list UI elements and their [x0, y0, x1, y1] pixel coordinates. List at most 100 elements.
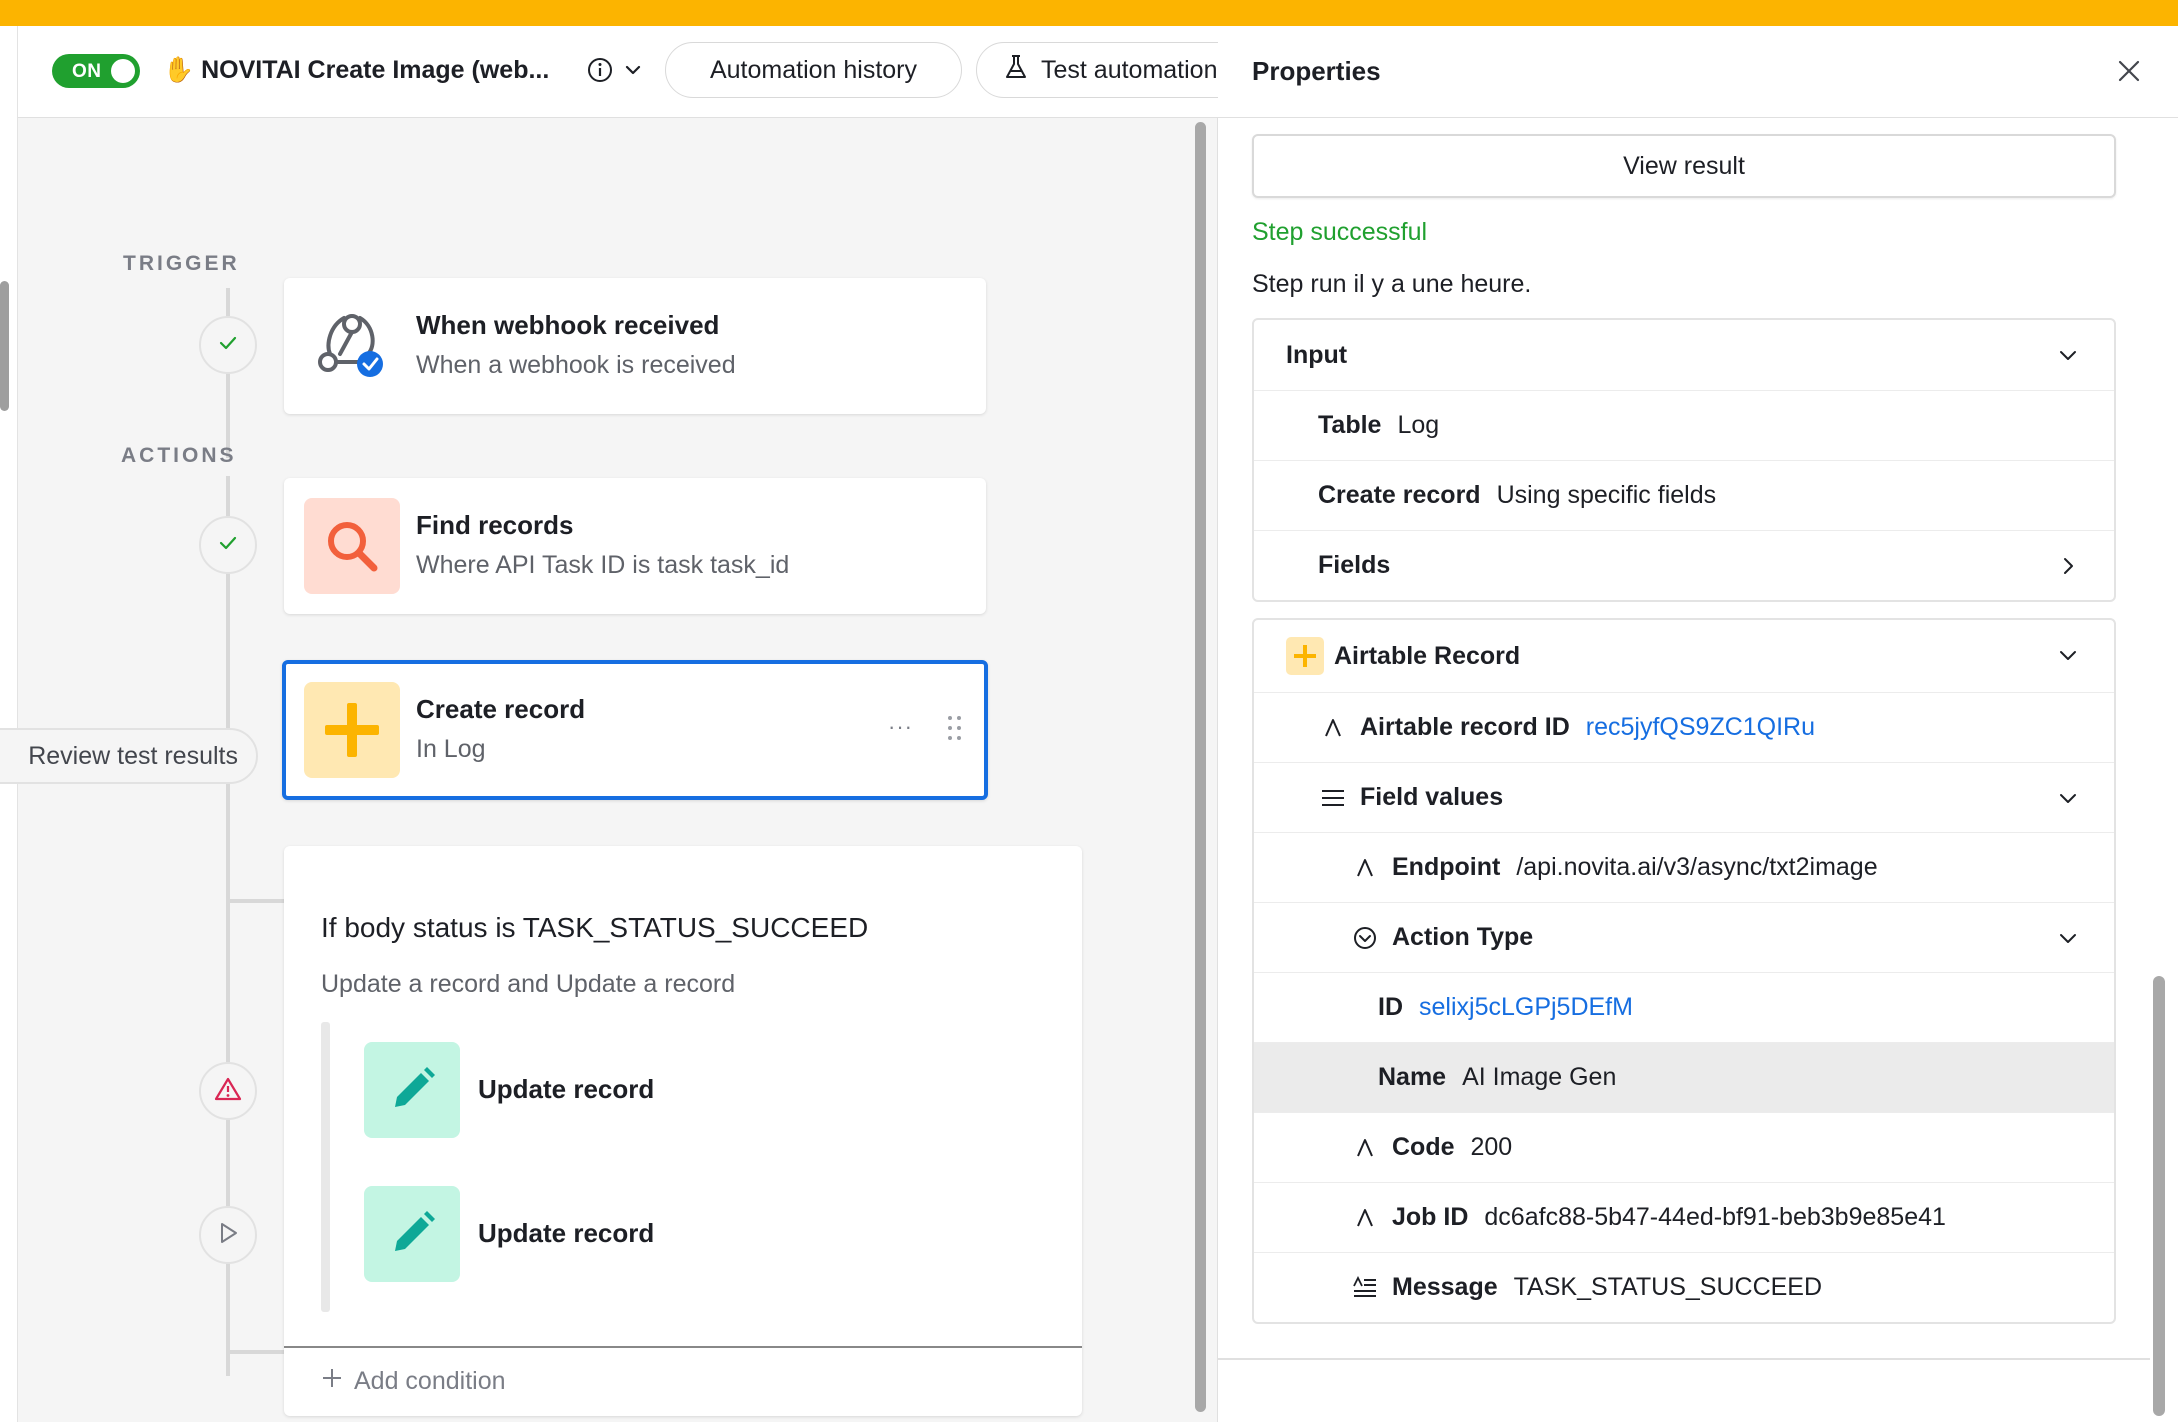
- airtable-record-header[interactable]: Airtable Record: [1254, 620, 2114, 692]
- create-record-card[interactable]: Create record In Log ···: [282, 660, 988, 800]
- workflow-canvas: ON ✋ NOVITAI Create Image (web... Automa…: [0, 26, 1256, 1422]
- find-records-status: [199, 516, 257, 574]
- condition-card[interactable]: If body status is TASK_STATUS_SUCCEED Up…: [284, 846, 1082, 1416]
- action-type-row[interactable]: Action Type: [1254, 902, 2114, 972]
- plus-icon: [304, 682, 400, 778]
- input-fields-row[interactable]: Fields: [1254, 530, 2114, 600]
- chevron-down-icon: [2060, 794, 2076, 803]
- text-field-icon: [1352, 1205, 1378, 1231]
- properties-scrollbar-thumb[interactable]: [2153, 976, 2165, 1416]
- text-field-icon: [1320, 715, 1346, 741]
- table-value: Log: [1397, 411, 1440, 439]
- properties-panel: Properties View result Step successful S…: [1218, 26, 2178, 1422]
- action-name-value: AI Image Gen: [1462, 1063, 1617, 1091]
- job-id-row: Job ID dc6afc88-5b47-44ed-bf91-beb3b9e85…: [1254, 1182, 2114, 1252]
- chevron-down-icon: [2060, 351, 2076, 360]
- input-create-row: Create record Using specific fields: [1254, 460, 2114, 530]
- update-record-label: Update record: [478, 1074, 655, 1104]
- condition-branch-bar: [321, 1022, 330, 1312]
- automation-toggle[interactable]: ON: [52, 54, 140, 88]
- create-record-subtitle: In Log: [416, 735, 486, 763]
- job-id-value: dc6afc88-5b47-44ed-bf91-beb3b9e85e41: [1484, 1203, 1946, 1231]
- add-condition-button[interactable]: Add condition: [320, 1366, 506, 1397]
- action-id-key: ID: [1378, 993, 1403, 1021]
- fields-key: Fields: [1318, 551, 1391, 579]
- find-records-card[interactable]: Find records Where API Task ID is task t…: [284, 478, 986, 614]
- toggle-knob: [111, 59, 135, 83]
- create-record-title: Create record: [416, 694, 586, 724]
- update-record-item[interactable]: Update record: [364, 1042, 784, 1138]
- message-key: Message: [1392, 1273, 1498, 1301]
- more-options-icon[interactable]: ···: [888, 714, 913, 740]
- step-run-time: Step run il y a une heure.: [1252, 270, 1532, 298]
- automation-header: ON ✋ NOVITAI Create Image (web... Automa…: [18, 26, 1256, 118]
- view-result-button[interactable]: View result: [1252, 134, 2116, 198]
- condition-subtitle: Update a record and Update a record: [321, 970, 736, 998]
- trigger-card[interactable]: When webhook received When a webhook is …: [284, 278, 986, 414]
- check-icon: [216, 531, 240, 560]
- properties-header: Properties: [1218, 26, 2178, 118]
- code-key: Code: [1392, 1133, 1455, 1161]
- automation-history-button[interactable]: Automation history: [665, 42, 962, 98]
- canvas-scrollbar-thumb[interactable]: [1195, 122, 1206, 1412]
- info-icon[interactable]: [586, 56, 614, 89]
- find-records-subtitle: Where API Task ID is task task_id: [416, 551, 790, 579]
- review-test-results-button[interactable]: Review test results: [0, 728, 258, 784]
- test-automation-button[interactable]: Test automation: [976, 42, 1256, 98]
- chevron-down-icon: [2060, 934, 2076, 943]
- pencil-icon: [364, 1042, 460, 1138]
- condition-status: [199, 1062, 257, 1120]
- field-values-key: Field values: [1360, 783, 1504, 811]
- create-record-value: Using specific fields: [1496, 481, 1717, 509]
- chevron-down-icon[interactable]: [622, 59, 644, 86]
- search-icon: [304, 498, 400, 594]
- create-record-key: Create record: [1318, 481, 1481, 509]
- record-id-row: Airtable record ID rec5jyfQS9ZC1QIRu: [1254, 692, 2114, 762]
- automation-title[interactable]: ✋ NOVITAI Create Image (web...: [163, 56, 549, 85]
- chevron-right-icon: [2064, 558, 2073, 574]
- play-icon: [216, 1220, 240, 1251]
- trigger-status: [199, 316, 257, 374]
- list-icon: [1320, 785, 1346, 811]
- input-section: Input Table Log Create record Using spec…: [1252, 318, 2116, 602]
- single-select-icon: [1352, 925, 1378, 951]
- plus-icon: [1286, 637, 1324, 675]
- action-name-row: Name AI Image Gen: [1254, 1042, 2114, 1112]
- branch-connector: [226, 1350, 284, 1354]
- input-header-label: Input: [1286, 340, 1348, 369]
- input-table-row: Table Log: [1254, 390, 2114, 460]
- job-id-key: Job ID: [1392, 1203, 1469, 1231]
- action-id-value[interactable]: selixj5cLGPj5DEfM: [1419, 993, 1633, 1022]
- drag-handle-icon[interactable]: [946, 714, 964, 747]
- text-field-icon: [1352, 1135, 1378, 1161]
- add-condition-label: Add condition: [354, 1367, 506, 1395]
- airtable-record-section: Airtable Record Airtable record ID rec5j…: [1252, 618, 2116, 1324]
- endpoint-value: /api.novita.ai/v3/async/txt2image: [1516, 853, 1878, 881]
- field-values-row[interactable]: Field values: [1254, 762, 2114, 832]
- sidebar-resize-handle[interactable]: [0, 281, 9, 411]
- input-header[interactable]: Input: [1254, 320, 2114, 390]
- test-automation-label: Test automation: [1041, 55, 1218, 84]
- canvas-scrollbar[interactable]: [1193, 122, 1208, 1412]
- condition-divider: [284, 1346, 1082, 1348]
- warning-icon: [213, 1075, 243, 1108]
- endpoint-row: Endpoint /api.novita.ai/v3/async/txt2ima…: [1254, 832, 2114, 902]
- step-status: Step successful: [1252, 218, 1428, 246]
- endpoint-key: Endpoint: [1392, 853, 1501, 881]
- airtable-record-label: Airtable Record: [1334, 641, 1521, 670]
- find-records-title: Find records: [416, 510, 574, 540]
- action-name-key: Name: [1378, 1063, 1447, 1091]
- panel-divider: [1218, 1358, 2150, 1360]
- close-icon[interactable]: [2114, 56, 2146, 88]
- record-id-value[interactable]: rec5jyfQS9ZC1QIRu: [1586, 713, 1815, 742]
- update-record-item[interactable]: Update record: [364, 1186, 784, 1282]
- message-value: TASK_STATUS_SUCCEED: [1513, 1273, 1823, 1301]
- left-sidebar-edge: [0, 26, 18, 1422]
- toggle-label: ON: [72, 61, 102, 82]
- update-record-label: Update record: [478, 1218, 655, 1248]
- condition-title: If body status is TASK_STATUS_SUCCEED: [321, 912, 869, 943]
- pencil-icon: [364, 1186, 460, 1282]
- chevron-down-icon: [2060, 651, 2076, 660]
- flask-icon: [1003, 53, 1029, 88]
- run-step-status[interactable]: [199, 1206, 257, 1264]
